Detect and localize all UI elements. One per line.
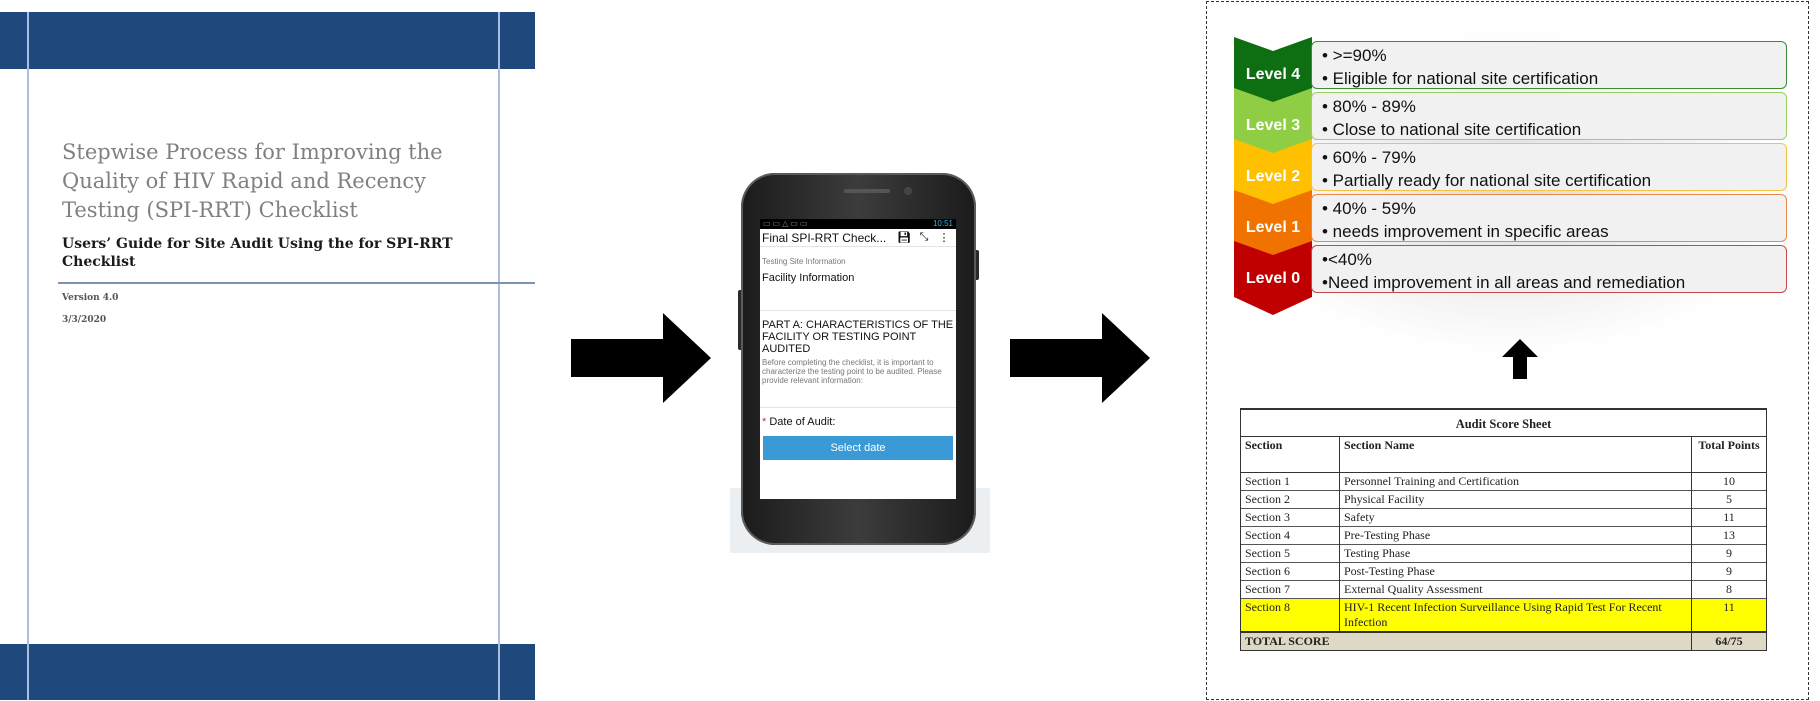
guide-document-cover: Stepwise Process for Improving the Quali…	[0, 0, 540, 701]
level-meaning: • Close to national site certification	[1322, 120, 1582, 139]
level-description: • 80% - 89% • Close to national site cert…	[1311, 92, 1787, 140]
points-cell: 11	[1691, 508, 1767, 527]
audit-score-sheet: Audit Score Sheet Section Section Name T…	[1240, 408, 1767, 651]
level-label: Level 4	[1245, 66, 1301, 83]
points-cell: 5	[1691, 490, 1767, 509]
section-cell: Section 5	[1240, 544, 1340, 563]
notification-icons: ▭▭△▭▭	[763, 219, 810, 228]
phone-mockup: ▭▭△▭▭ 10:51 Final SPI-RRT Check... 💾︎ ⤡ …	[730, 168, 990, 553]
level-range: • 40% - 59%	[1322, 199, 1416, 218]
total-points: 64/75	[1691, 631, 1767, 651]
section-name-cell: Post-Testing Phase	[1339, 562, 1692, 581]
section-name-cell: Testing Phase	[1339, 544, 1692, 563]
level-label: Level 3	[1245, 117, 1301, 134]
table-row: Section 7 External Quality Assessment 8	[1240, 580, 1767, 599]
document-date: 3/3/2020	[62, 315, 107, 325]
section-cell: Section 6	[1240, 562, 1340, 581]
table-row: Section 6 Post-Testing Phase 9	[1240, 562, 1767, 581]
date-of-audit-text: Date of Audit:	[769, 416, 836, 428]
section-cell: Section 8	[1240, 598, 1340, 632]
status-time: 10:51	[932, 219, 953, 228]
score-sheet-caption: Audit Score Sheet	[1240, 408, 1767, 437]
section-name-cell: External Quality Assessment	[1339, 580, 1692, 599]
points-cell: 9	[1691, 544, 1767, 563]
points-cell: 9	[1691, 562, 1767, 581]
section-cell: Section 3	[1240, 508, 1340, 527]
document-version: Version 4.0	[62, 293, 119, 303]
facility-heading: Facility Information	[762, 272, 855, 284]
header-total-points: Total Points	[1691, 436, 1767, 473]
points-cell: 13	[1691, 526, 1767, 545]
section-name-cell: Personnel Training and Certification	[1339, 472, 1692, 491]
points-cell: 10	[1691, 472, 1767, 491]
table-row: Section 5 Testing Phase 9	[1240, 544, 1767, 563]
phone-screen: ▭▭△▭▭ 10:51 Final SPI-RRT Check... 💾︎ ⤡ …	[760, 219, 956, 499]
section-label: Testing Site Information	[762, 257, 846, 266]
app-title: Final SPI-RRT Check...	[762, 230, 887, 245]
level-description: • 60% - 79% • Partially ready for nationa…	[1311, 143, 1787, 191]
section-name-cell: Safety	[1339, 508, 1692, 527]
cover-top-band	[0, 12, 535, 69]
level-description: • >=90% • Eligible for national site cert…	[1311, 41, 1787, 89]
level-meaning: • Eligible for national site certificati…	[1322, 69, 1599, 88]
level-label: Level 1	[1245, 219, 1301, 236]
table-row: Section 4 Pre-Testing Phase 13	[1240, 526, 1767, 545]
points-cell: 11	[1691, 598, 1767, 632]
table-row: Section 8 HIV-1 Recent Infection Surveill…	[1240, 598, 1767, 632]
save-icon[interactable]: 💾︎	[894, 231, 914, 244]
level-label: Level 2	[1245, 168, 1301, 185]
level-meaning: •Need improvement in all areas and remed…	[1322, 273, 1686, 292]
section-cell: Section 1	[1240, 472, 1340, 491]
select-date-button[interactable]: Select date	[763, 436, 953, 460]
section-name-cell: Physical Facility	[1339, 490, 1692, 509]
cover-right-rule	[498, 12, 500, 700]
expand-icon[interactable]: ⤡	[914, 231, 934, 244]
divider	[760, 407, 956, 408]
table-row: Section 2 Physical Facility 5	[1240, 490, 1767, 509]
up-arrow-icon	[1502, 339, 1538, 379]
level-label: Level 0	[1245, 270, 1301, 287]
header-section-name: Section Name	[1339, 436, 1692, 473]
table-row: Section 3 Safety 11	[1240, 508, 1767, 527]
level-meaning: • needs improvement in specific areas	[1322, 222, 1609, 241]
total-row: TOTAL SCORE 64/75	[1240, 631, 1767, 651]
level-meaning: • Partially ready for national site cert…	[1322, 171, 1652, 190]
cover-title-rule	[58, 282, 535, 284]
level-description: •<40% •Need improvement in all areas and …	[1311, 245, 1787, 293]
level-description: • 40% - 59% • needs improvement in specif…	[1311, 194, 1787, 242]
certification-levels: Level 4 • >=90% • Eligible for national si…	[1230, 32, 1790, 352]
right-arrow-icon	[571, 313, 711, 403]
divider	[760, 310, 956, 311]
section-cell: Section 4	[1240, 526, 1340, 545]
header-section: Section	[1240, 436, 1340, 473]
date-of-audit-label: * Date of Audit:	[762, 416, 954, 428]
points-cell: 8	[1691, 580, 1767, 599]
level-range: • 80% - 89%	[1322, 97, 1416, 116]
required-marker: *	[762, 416, 767, 428]
table-row: Section 1 Personnel Training and Certific…	[1240, 472, 1767, 491]
section-name-cell: Pre-Testing Phase	[1339, 526, 1692, 545]
section-cell: Section 2	[1240, 490, 1340, 509]
level-range: • >=90%	[1322, 46, 1387, 65]
document-title: Stepwise Process for Improving the Quali…	[62, 140, 443, 222]
cover-bottom-band	[0, 644, 535, 700]
app-bar: Final SPI-RRT Check... 💾︎ ⤡ ⋮	[760, 229, 956, 247]
level-chevron: Level 0	[1234, 241, 1312, 315]
status-bar: ▭▭△▭▭ 10:51	[760, 219, 956, 229]
document-subtitle: Users’ Guide for Site Audit Using the fo…	[62, 236, 453, 270]
part-a-description: Before completing the checklist, it is i…	[762, 358, 942, 385]
cover-left-rule	[27, 12, 29, 700]
level-range: • 60% - 79%	[1322, 148, 1416, 167]
total-label: TOTAL SCORE	[1240, 631, 1692, 651]
section-name-cell: HIV-1 Recent Infection Surveillance Usin…	[1339, 598, 1692, 632]
part-a-heading: PART A: CHARACTERISTICS OF THE FACILITY …	[762, 319, 954, 355]
right-arrow-icon	[1010, 313, 1150, 403]
section-cell: Section 7	[1240, 580, 1340, 599]
level-range: •<40%	[1322, 250, 1372, 269]
more-vert-icon[interactable]: ⋮	[934, 231, 954, 244]
phone-camera	[904, 187, 912, 195]
phone-speaker	[844, 189, 890, 193]
